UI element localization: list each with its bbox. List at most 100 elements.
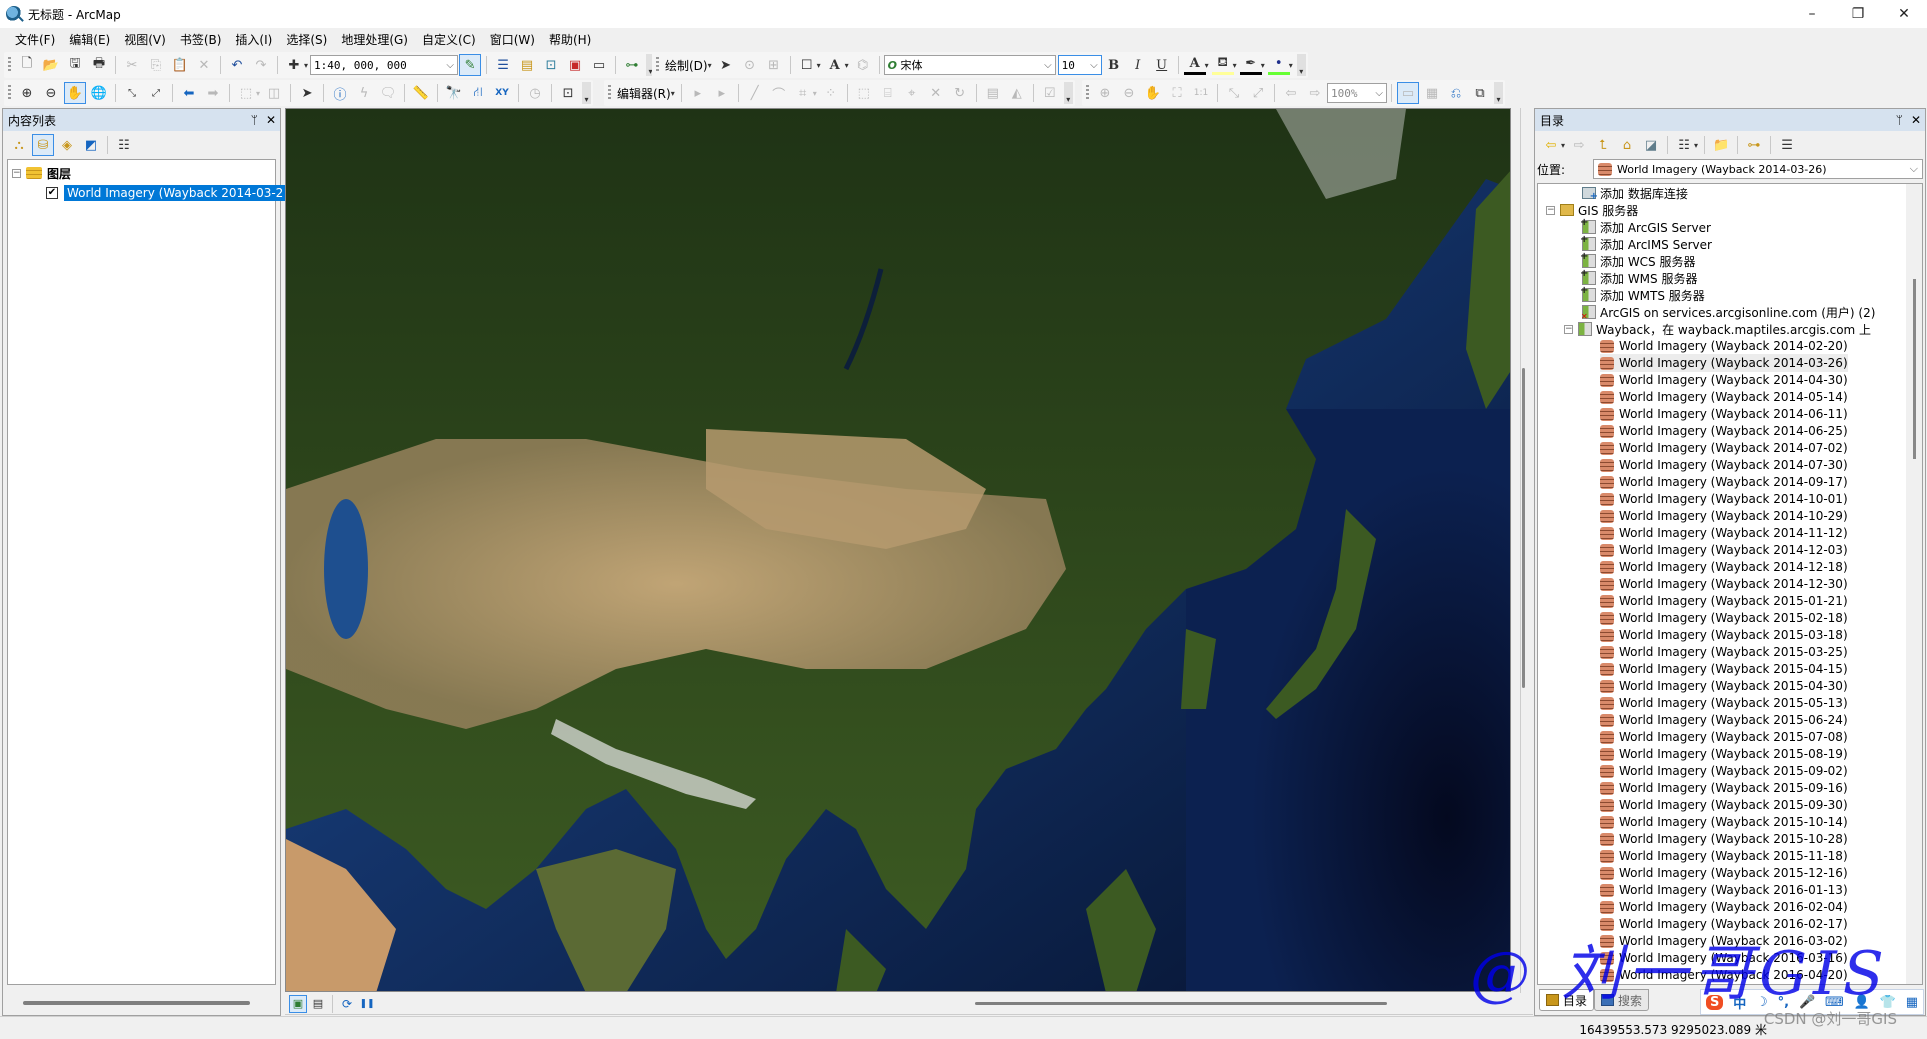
attributes-icon[interactable]: ▤ [982, 82, 1004, 104]
reshape-icon[interactable]: ⌸ [877, 82, 899, 104]
forward-icon[interactable]: ➡ [202, 82, 224, 104]
toolbar-options-icon[interactable]: ▾ [1494, 82, 1503, 104]
catalog-options-icon[interactable]: ☰ [1776, 134, 1798, 156]
scrollbar-thumb[interactable] [1913, 279, 1916, 459]
python-icon[interactable]: ▭ [588, 54, 610, 76]
draw-menu-button[interactable]: 绘制(D) [663, 57, 710, 74]
pin-icon[interactable]: ᛘ [251, 113, 258, 127]
zoom-whole-page-icon[interactable]: ⛶ [1166, 82, 1188, 104]
catalog-item-add-database-connection[interactable]: + 添加 数据库连接 [1582, 184, 1688, 202]
text-tool-icon[interactable]: A [824, 54, 846, 76]
undo-icon[interactable]: ↶ [226, 54, 248, 76]
wayback-item[interactable]: World Imagery (Wayback 2014-04-30) [1600, 371, 1848, 389]
wayback-item[interactable]: World Imagery (Wayback 2014-07-30) [1600, 456, 1848, 474]
modelbuilder-icon[interactable]: ⊶ [621, 54, 643, 76]
catalog-icon[interactable]: ▤ [516, 54, 538, 76]
search-window-icon[interactable]: ⊡ [540, 54, 562, 76]
straight-segment-icon[interactable]: ╱ [744, 82, 766, 104]
editor-menu-button[interactable]: 编辑器(R) [615, 85, 673, 102]
font-color-button[interactable]: A [1183, 55, 1206, 75]
menu-edit[interactable]: 编辑(E) [62, 29, 117, 51]
wayback-item[interactable]: World Imagery (Wayback 2015-09-16) [1600, 779, 1848, 797]
data-driven-pages-icon[interactable]: ⧉ [1469, 82, 1491, 104]
italic-button[interactable]: I [1127, 54, 1149, 76]
fixed-zoom-out-icon[interactable]: ⤢ [145, 82, 167, 104]
collapse-icon[interactable]: − [1564, 324, 1573, 334]
layout-pan-icon[interactable]: ✋ [1142, 82, 1164, 104]
full-extent-icon[interactable]: 🌐 [88, 82, 110, 104]
go-to-xy-icon[interactable]: XY [491, 82, 513, 104]
collapse-icon[interactable]: − [1546, 205, 1555, 215]
menu-bookmarks[interactable]: 书签(B) [173, 29, 229, 51]
wayback-item[interactable]: World Imagery (Wayback 2015-11-18) [1600, 847, 1848, 865]
copy-icon[interactable]: ⎘ [145, 54, 167, 76]
wayback-item[interactable]: World Imagery (Wayback 2014-11-12) [1600, 524, 1848, 542]
layer-name[interactable]: World Imagery (Wayback 2014-03-2 [64, 185, 287, 201]
zoom-out-icon[interactable]: ⊖ [40, 82, 62, 104]
home-icon[interactable]: ⌂ [1616, 134, 1638, 156]
close-icon[interactable]: ✕ [1911, 113, 1921, 127]
cut-icon[interactable]: ✂ [121, 54, 143, 76]
table-of-contents-icon[interactable]: ☰ [492, 54, 514, 76]
wayback-item[interactable]: World Imagery (Wayback 2015-03-25) [1600, 643, 1848, 661]
cut-polygons-icon[interactable]: ⌖ [901, 82, 923, 104]
menu-view[interactable]: 视图(V) [117, 29, 173, 51]
line-color-icon[interactable]: ✒ [1239, 55, 1262, 75]
toggle-draft-mode-icon[interactable]: ▭ [1397, 82, 1419, 104]
paste-icon[interactable]: 📋 [169, 54, 191, 76]
toc-options-icon[interactable]: ☷ [113, 134, 135, 156]
close-button[interactable]: ✕ [1881, 0, 1927, 28]
panel-splitter[interactable] [1512, 108, 1532, 993]
map-view[interactable] [285, 108, 1511, 992]
close-icon[interactable]: ✕ [266, 113, 276, 127]
font-size-combo[interactable]: 10 ⌵ [1057, 55, 1102, 75]
catalog-item-add-arcims-server[interactable]: + 添加 ArcIMS Server [1580, 234, 1712, 253]
magnifier-icon[interactable]: ⊡ [557, 82, 579, 104]
fill-color-dropdown-icon[interactable]: ▾ [1233, 61, 1237, 70]
layout-forward-icon[interactable]: ⇨ [1304, 82, 1326, 104]
font-name-combo[interactable]: O 宋体 ⌵ [883, 55, 1056, 75]
bold-button[interactable]: B [1103, 54, 1125, 76]
rotate-icon[interactable]: ⊙ [739, 54, 761, 76]
wayback-item[interactable]: World Imagery (Wayback 2015-10-28) [1600, 830, 1848, 848]
back-icon[interactable]: ⬅ [178, 82, 200, 104]
layout-zoom-in-icon[interactable]: ⊕ [1094, 82, 1116, 104]
list-by-drawing-order-icon[interactable]: ⛬ [8, 134, 30, 156]
wayback-item[interactable]: World Imagery (Wayback 2015-10-14) [1600, 813, 1848, 831]
wayback-item[interactable]: World Imagery (Wayback 2014-02-20) [1600, 337, 1848, 355]
find-icon[interactable]: 🔭 [443, 82, 465, 104]
new-document-icon[interactable]: 🗋 [16, 54, 38, 76]
catalog-item-wayback-server[interactable]: − Wayback，在 wayback.maptiles.arcgis.com … [1564, 320, 1871, 338]
delete-icon[interactable]: ✕ [193, 54, 215, 76]
map-scale-combo[interactable]: 1:40, 000, 000 ⌵ [310, 55, 459, 75]
text-dropdown-icon[interactable]: ▾ [845, 61, 849, 70]
toolbar-options-icon[interactable]: ▾ [1296, 54, 1306, 76]
wayback-item[interactable]: World Imagery (Wayback 2015-02-18) [1600, 609, 1848, 627]
collapse-icon[interactable]: − [12, 168, 21, 178]
pause-drawing-button[interactable]: ❚❚ [358, 995, 376, 1013]
edit-vertices-icon[interactable]: ⌬ [852, 54, 874, 76]
html-popup-icon[interactable]: 🗨 [377, 82, 399, 104]
add-data-dropdown-icon[interactable]: ▾ [304, 61, 308, 70]
toc-layer-item[interactable]: ✔ World Imagery (Wayback 2014-03-2 [46, 184, 287, 202]
wayback-item[interactable]: World Imagery (Wayback 2014-12-03) [1600, 541, 1848, 559]
wayback-item[interactable]: World Imagery (Wayback 2016-02-04) [1600, 898, 1848, 916]
toolbar-options-icon[interactable]: ▾ [582, 82, 592, 104]
pan-icon[interactable]: ✋ [64, 82, 86, 104]
hyperlink-icon[interactable]: ϟ [353, 82, 375, 104]
back-dropdown-icon[interactable]: ▾ [1561, 141, 1565, 150]
construct-dropdown-icon[interactable]: ▾ [813, 89, 817, 98]
wayback-item[interactable]: World Imagery (Wayback 2014-03-26) [1600, 354, 1848, 372]
select-elements-icon[interactable]: ➤ [296, 82, 318, 104]
toolbar-grip[interactable] [8, 57, 11, 73]
create-features-icon[interactable]: ☑ [1039, 82, 1061, 104]
refresh-button[interactable]: ⟳ [338, 995, 356, 1013]
layout-zoom-combo[interactable]: 100% ⌵ [1327, 83, 1387, 103]
toolbar-grip[interactable] [608, 85, 611, 101]
end-point-arc-icon[interactable]: ⌒ [768, 82, 790, 104]
layout-fixed-zoom-in-icon[interactable]: ⤡ [1223, 82, 1245, 104]
identify-icon[interactable]: ⓘ [329, 82, 351, 104]
catalog-item-arcgis-online[interactable]: ✕ ArcGIS on services.arcgisonline.com (用… [1581, 303, 1875, 321]
location-combo[interactable]: World Imagery (Wayback 2014-03-26) ⌵ [1593, 159, 1923, 179]
clear-selection-icon[interactable]: ◫ [263, 82, 285, 104]
